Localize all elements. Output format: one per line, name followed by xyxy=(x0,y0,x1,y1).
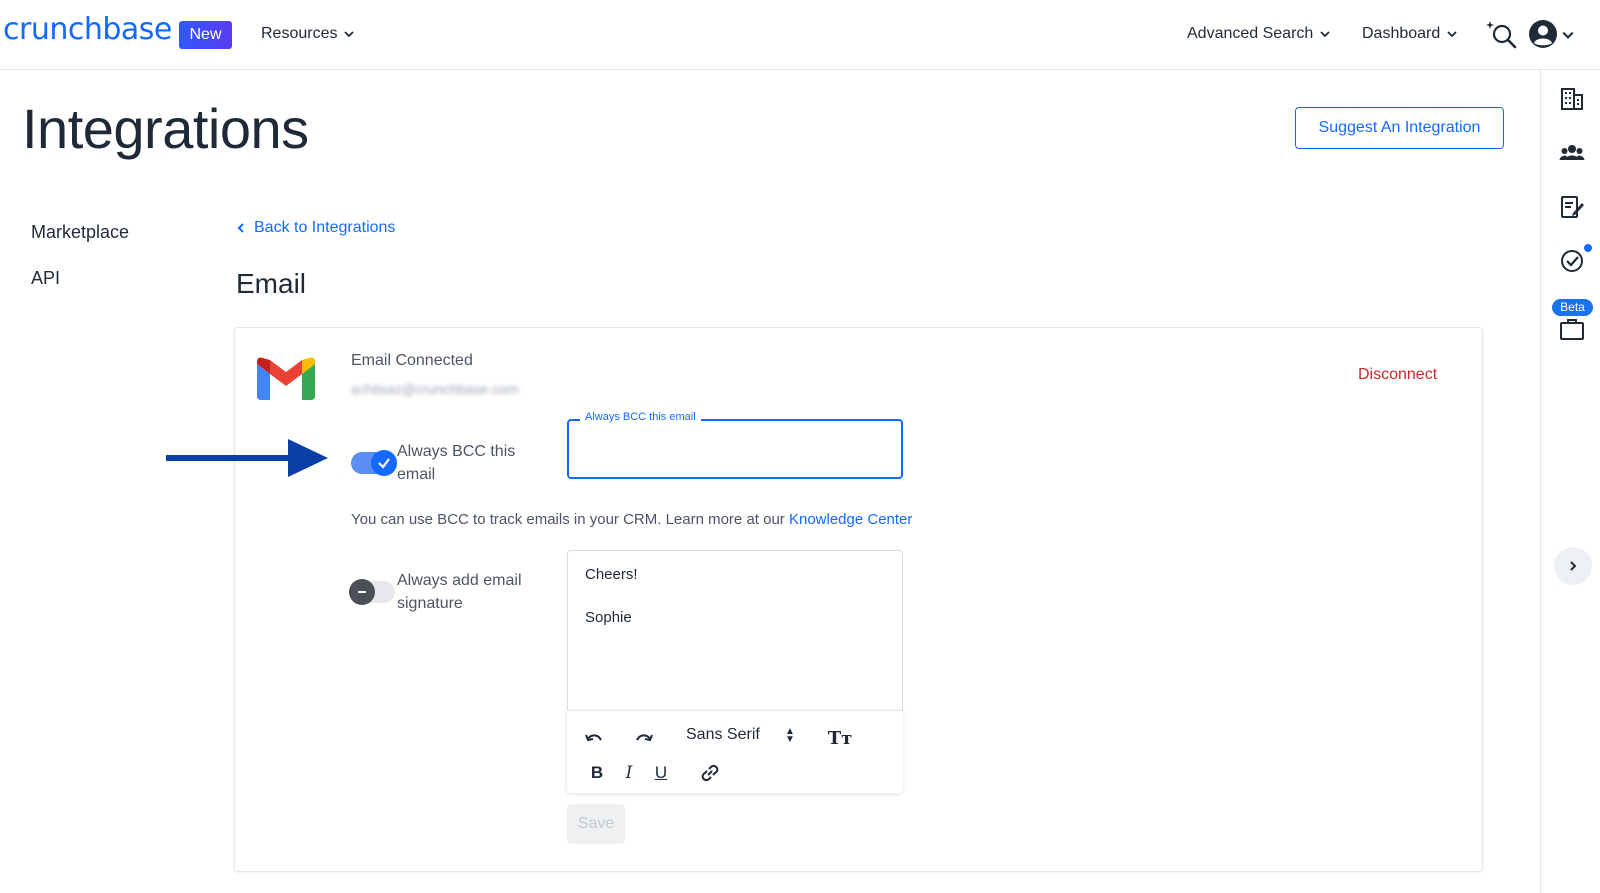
always-add-signature-label: Always add email signature xyxy=(397,572,522,612)
minus-icon xyxy=(358,591,366,593)
help-text-body: You can use BCC to track emails in your … xyxy=(351,511,785,528)
always-bcc-label: Always BCC this email xyxy=(397,443,516,483)
undo-icon[interactable] xyxy=(583,727,605,749)
bcc-field-legend: Always BCC this email xyxy=(580,411,701,423)
page-title: Integrations xyxy=(22,97,309,160)
expand-panel-button[interactable] xyxy=(1554,547,1592,585)
new-badge[interactable]: New xyxy=(179,21,232,49)
chevron-down-icon xyxy=(344,31,355,38)
connected-email-address: schitsaz@crunchbase.com xyxy=(351,381,519,397)
back-to-integrations-link[interactable]: Back to Integrations xyxy=(236,219,395,237)
advanced-search-menu[interactable]: Advanced Search xyxy=(1187,25,1331,43)
dashboard-menu[interactable]: Dashboard xyxy=(1362,25,1458,43)
save-button[interactable]: Save xyxy=(567,804,625,844)
text-size-icon[interactable]: Tт xyxy=(828,727,853,749)
chevron-left-icon xyxy=(237,223,244,233)
always-add-signature-toggle[interactable] xyxy=(349,579,395,605)
notification-dot xyxy=(1582,242,1594,254)
always-bcc-toggle[interactable] xyxy=(351,450,397,476)
section-title: Email xyxy=(236,268,307,299)
bold-icon[interactable]: B xyxy=(586,762,608,784)
ai-search-icon[interactable] xyxy=(1484,18,1518,50)
resources-label: Resources xyxy=(261,25,338,42)
back-link-label: Back to Integrations xyxy=(254,219,396,236)
italic-icon[interactable]: I xyxy=(618,762,640,784)
signature-line[interactable]: Sophie xyxy=(585,609,632,626)
checkmark-icon xyxy=(378,458,390,469)
gmail-logo-icon xyxy=(257,357,315,400)
check-circle-icon[interactable] xyxy=(1559,248,1585,274)
chevron-down-icon xyxy=(1320,31,1330,38)
sidebar-item-api[interactable]: API xyxy=(31,268,60,289)
advanced-search-label: Advanced Search xyxy=(1187,25,1314,42)
chevron-down-icon[interactable] xyxy=(1561,28,1575,42)
people-icon[interactable] xyxy=(1559,140,1585,166)
bcc-email-field[interactable] xyxy=(567,419,903,479)
underline-icon[interactable]: U xyxy=(650,762,672,784)
toggle-knob xyxy=(371,450,397,476)
signature-line[interactable]: Cheers! xyxy=(585,566,638,583)
crunchbase-logo[interactable]: crunchbase xyxy=(3,12,172,47)
right-side-rail: Beta xyxy=(1540,70,1600,893)
disconnect-link[interactable]: Disconnect xyxy=(1358,366,1437,384)
font-family-select[interactable]: Sans Serif xyxy=(686,726,760,744)
dashboard-label: Dashboard xyxy=(1362,25,1441,42)
sidebar-item-marketplace[interactable]: Marketplace xyxy=(31,222,129,243)
select-arrows-icon[interactable]: ▲ ▼ xyxy=(785,727,795,745)
edit-list-icon[interactable] xyxy=(1559,194,1585,220)
chevron-right-icon xyxy=(1570,561,1577,571)
suggest-integration-button[interactable]: Suggest An Integration xyxy=(1295,107,1504,149)
redo-icon[interactable] xyxy=(633,727,655,749)
annotation-arrow xyxy=(166,439,328,477)
briefcase-icon[interactable] xyxy=(1559,316,1585,342)
building-icon[interactable] xyxy=(1559,86,1585,112)
beta-badge: Beta xyxy=(1552,299,1593,316)
email-connected-label: Email Connected xyxy=(351,352,473,369)
top-navigation-bar: crunchbase New Resources Advanced Search… xyxy=(0,0,1600,70)
chevron-down-icon xyxy=(1447,31,1457,38)
resources-menu[interactable]: Resources xyxy=(261,25,355,43)
bcc-email-input[interactable] xyxy=(579,437,891,461)
toggle-knob xyxy=(349,579,375,605)
bcc-help-text: You can use BCC to track emails in your … xyxy=(351,511,912,528)
link-icon[interactable] xyxy=(699,762,721,784)
user-avatar-icon[interactable] xyxy=(1528,19,1558,49)
knowledge-center-link[interactable]: Knowledge Center xyxy=(789,511,912,528)
